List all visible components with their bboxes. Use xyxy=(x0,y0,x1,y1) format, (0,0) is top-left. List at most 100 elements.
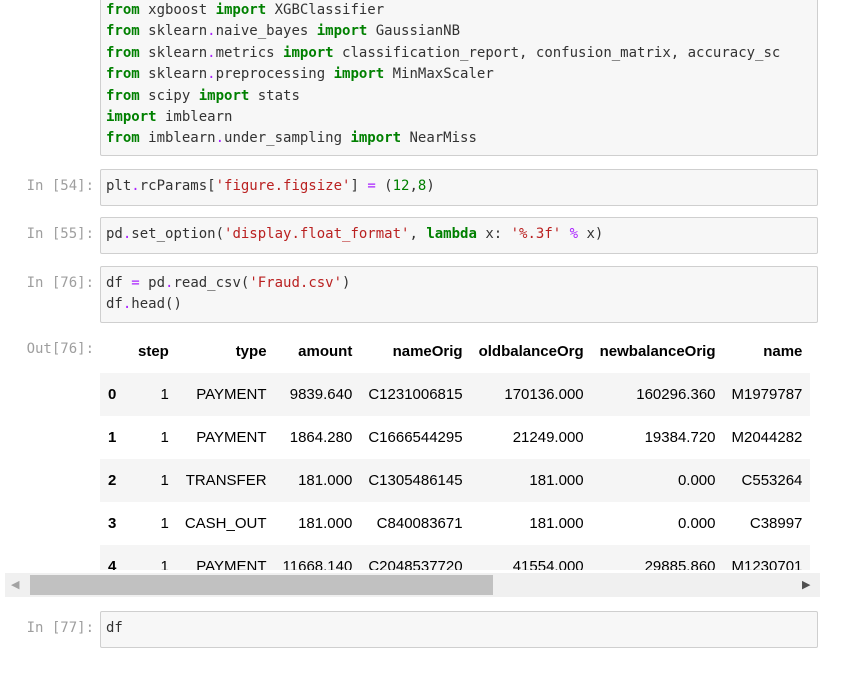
table-row: 3 1 CASH_OUT 181.000 C840083671 181.000 0.000 C… xyxy=(100,502,811,545)
code-token: import xyxy=(106,109,157,126)
table-cell: 19384.720 xyxy=(644,429,716,446)
code-token: read_csv( xyxy=(173,275,250,291)
output-prompt: Out[76]: xyxy=(26,341,94,357)
code-token: '%.3f' xyxy=(510,226,562,242)
code-token: = xyxy=(367,178,376,194)
code-token: imblearn xyxy=(156,109,233,126)
code-token: 'display.float_format' xyxy=(224,226,410,242)
table-cell: C840083671 xyxy=(376,515,463,532)
code-text: from xgboost import XGBClassifier from s… xyxy=(101,0,817,156)
column-header: oldbalanceOrg xyxy=(478,343,584,360)
code-token: import xyxy=(333,66,385,83)
code-token: df xyxy=(106,275,132,291)
column-header: step xyxy=(138,343,169,360)
cell-prompt: In [55]: xyxy=(26,226,94,242)
code-token: pd xyxy=(106,226,123,242)
code-token: imblearn xyxy=(139,130,216,147)
table-cell: PAYMENT xyxy=(196,558,267,570)
code-token: , xyxy=(409,226,427,242)
table-cell: 11668.140 xyxy=(282,558,353,570)
table-cell: C1666544295 xyxy=(368,429,463,446)
table-cell: C38997 xyxy=(749,515,803,532)
code-token: import xyxy=(316,23,368,40)
table-row: 4 1 PAYMENT 11668.140 C2048537720 41554.000 29… xyxy=(100,545,811,570)
table-cell: 29885.860 xyxy=(644,558,716,570)
table-cell: CASH_OUT xyxy=(184,515,267,532)
code-token: rcParams[ xyxy=(139,178,216,194)
table-cell: 160296.360 xyxy=(636,386,716,403)
table-cell: PAYMENT xyxy=(196,429,267,446)
table-cell: C553264 xyxy=(741,472,803,489)
table-cell: 1 xyxy=(160,558,169,570)
table-cell: C1305486145 xyxy=(368,472,463,489)
code-token: sklearn xyxy=(139,66,208,83)
scroll-right-icon[interactable]: ▶ xyxy=(802,578,810,591)
table-cell: 1 xyxy=(160,515,169,532)
code-token: df xyxy=(106,620,123,636)
cell-prompt: In [77]: xyxy=(26,620,94,636)
code-token: naive_bayes xyxy=(215,23,317,40)
code-token: import xyxy=(350,130,402,147)
code-token: MinMaxScaler xyxy=(384,66,494,83)
code-token: 12 xyxy=(392,178,410,194)
column-header: amount xyxy=(298,343,353,360)
code-input[interactable]: pd.set_option('display.float_format', la… xyxy=(100,217,818,254)
table-cell: 1 xyxy=(160,472,169,489)
code-input[interactable]: df xyxy=(100,611,818,648)
code-token: 'figure.figsize' xyxy=(215,178,351,194)
code-token: sklearn xyxy=(139,44,208,61)
code-token: lambda xyxy=(426,226,477,242)
code-token: under_sampling xyxy=(224,130,351,147)
code-token: import xyxy=(215,2,267,18)
table-cell: 170136.000 xyxy=(504,386,584,403)
code-token: = xyxy=(131,275,140,291)
table-row: 2 1 TRANSFER 181.000 C1305486145 181.000 0.000… xyxy=(100,459,811,502)
code-token: from xyxy=(106,130,140,147)
code-token: head() xyxy=(131,296,182,313)
cell-prompt: In [54]: xyxy=(26,178,94,194)
row-index: 1 xyxy=(108,429,117,446)
table-cell: TRANSFER xyxy=(185,472,267,489)
cell-prompt: In [76]: xyxy=(26,275,94,291)
code-token: plt xyxy=(106,178,132,194)
code-token: GaussianNB xyxy=(367,23,461,40)
column-header: nameOrig xyxy=(392,343,463,360)
scrollbar-thumb[interactable] xyxy=(30,575,493,595)
code-token: pd xyxy=(139,275,166,291)
table-cell: 41554.000 xyxy=(512,558,584,570)
code-token: . xyxy=(131,178,140,194)
scroll-left-icon[interactable]: ◀ xyxy=(11,578,19,591)
code-token: . xyxy=(207,44,216,61)
table-cell: 181.000 xyxy=(298,472,353,489)
table-row: 1 1 PAYMENT 1864.280 C1666544295 21249.000 193… xyxy=(100,416,811,459)
code-token: from xyxy=(106,2,140,18)
code-token: metrics xyxy=(215,44,284,61)
code-token: import xyxy=(283,44,334,61)
table-cell: PAYMENT xyxy=(196,386,267,403)
code-token: . xyxy=(207,66,216,83)
table-cell: 181.000 xyxy=(529,515,584,532)
table-row: 0 1 PAYMENT 9839.640 C1231006815 170136.000 16… xyxy=(100,373,811,416)
row-index: 3 xyxy=(108,515,117,532)
table-cell: M1979787 xyxy=(731,386,803,403)
table-cell: 9839.640 xyxy=(289,386,353,403)
code-input[interactable]: plt.rcParams['figure.figsize'] = (12,8) xyxy=(100,169,818,206)
column-header: newbalanceOrig xyxy=(599,343,716,360)
code-token: from xyxy=(106,23,140,40)
code-token: from xyxy=(106,87,140,104)
table-cell: M1230701 xyxy=(731,558,803,570)
horizontal-scrollbar[interactable]: ◀ ▶ xyxy=(5,573,820,597)
code-input[interactable]: from xgboost import XGBClassifier from s… xyxy=(100,0,818,156)
code-text: df xyxy=(101,612,817,645)
table-cell: 1 xyxy=(160,386,169,403)
code-token: xgboost xyxy=(139,2,216,18)
code-token: ] xyxy=(350,178,368,194)
table-cell: C1231006815 xyxy=(368,386,463,403)
table-cell: M2044282 xyxy=(731,429,803,446)
column-header xyxy=(100,330,130,373)
code-input[interactable]: df = pd.read_csv('Fraud.csv') df.head() xyxy=(100,266,818,323)
table-cell: 181.000 xyxy=(298,515,353,532)
code-text: df = pd.read_csv('Fraud.csv') df.head() xyxy=(101,267,817,322)
code-token: set_option( xyxy=(131,226,225,242)
code-token: sklearn xyxy=(139,23,208,40)
